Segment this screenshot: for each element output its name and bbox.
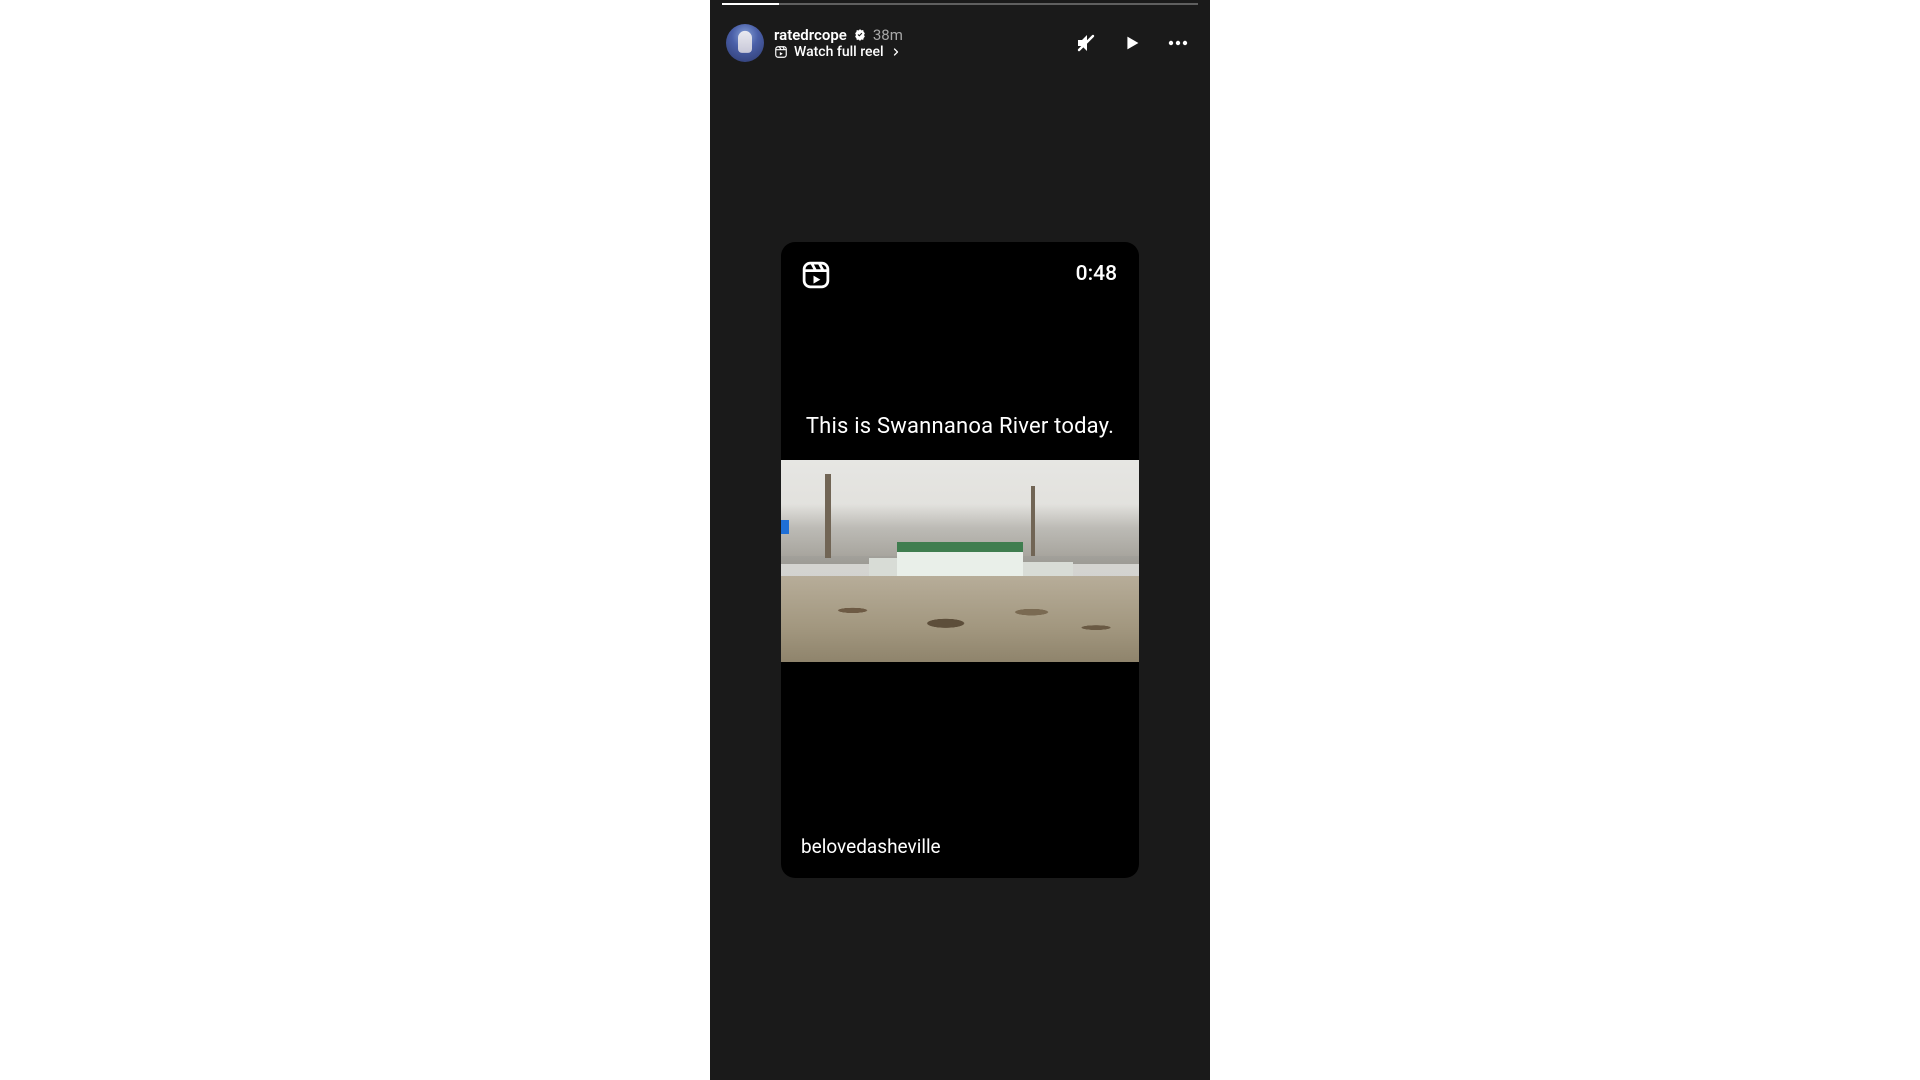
reel-badge-icon — [801, 260, 831, 290]
play-button[interactable] — [1120, 31, 1144, 55]
user-block: ratedrcope 38m Watch full reel — [774, 28, 903, 59]
story-progress-track[interactable] — [722, 3, 1198, 5]
reel-credit[interactable]: belovedasheville — [801, 835, 941, 858]
video-frame — [781, 460, 1139, 662]
frame-debris — [781, 576, 1139, 662]
watch-full-reel-link[interactable]: Watch full reel — [774, 45, 903, 59]
username[interactable]: ratedrcope — [774, 28, 847, 43]
frame-marker — [781, 520, 789, 534]
reel-icon — [774, 45, 788, 59]
reel-caption: This is Swannanoa River today. — [781, 414, 1139, 439]
mute-button[interactable] — [1074, 31, 1098, 55]
verified-badge-icon — [853, 28, 867, 42]
timestamp: 38m — [873, 28, 903, 43]
story-header: ratedrcope 38m Watch full reel — [710, 0, 1210, 70]
frame-tree — [1031, 486, 1035, 556]
story-content[interactable]: 0:48 This is Swannanoa River today. belo… — [710, 70, 1210, 1080]
page-root: ratedrcope 38m Watch full reel — [0, 0, 1920, 1080]
chevron-right-icon — [890, 46, 902, 58]
watch-full-reel-label: Watch full reel — [794, 45, 884, 59]
reel-duration: 0:48 — [1076, 262, 1117, 286]
frame-tree — [825, 474, 831, 558]
avatar[interactable] — [726, 24, 764, 62]
user-line: ratedrcope 38m — [774, 28, 903, 43]
reel-card[interactable]: 0:48 This is Swannanoa River today. belo… — [781, 242, 1139, 878]
story-controls — [1074, 31, 1190, 55]
story-viewer: ratedrcope 38m Watch full reel — [710, 0, 1210, 1080]
story-progress-fill — [722, 3, 779, 5]
more-options-button[interactable] — [1166, 31, 1190, 55]
